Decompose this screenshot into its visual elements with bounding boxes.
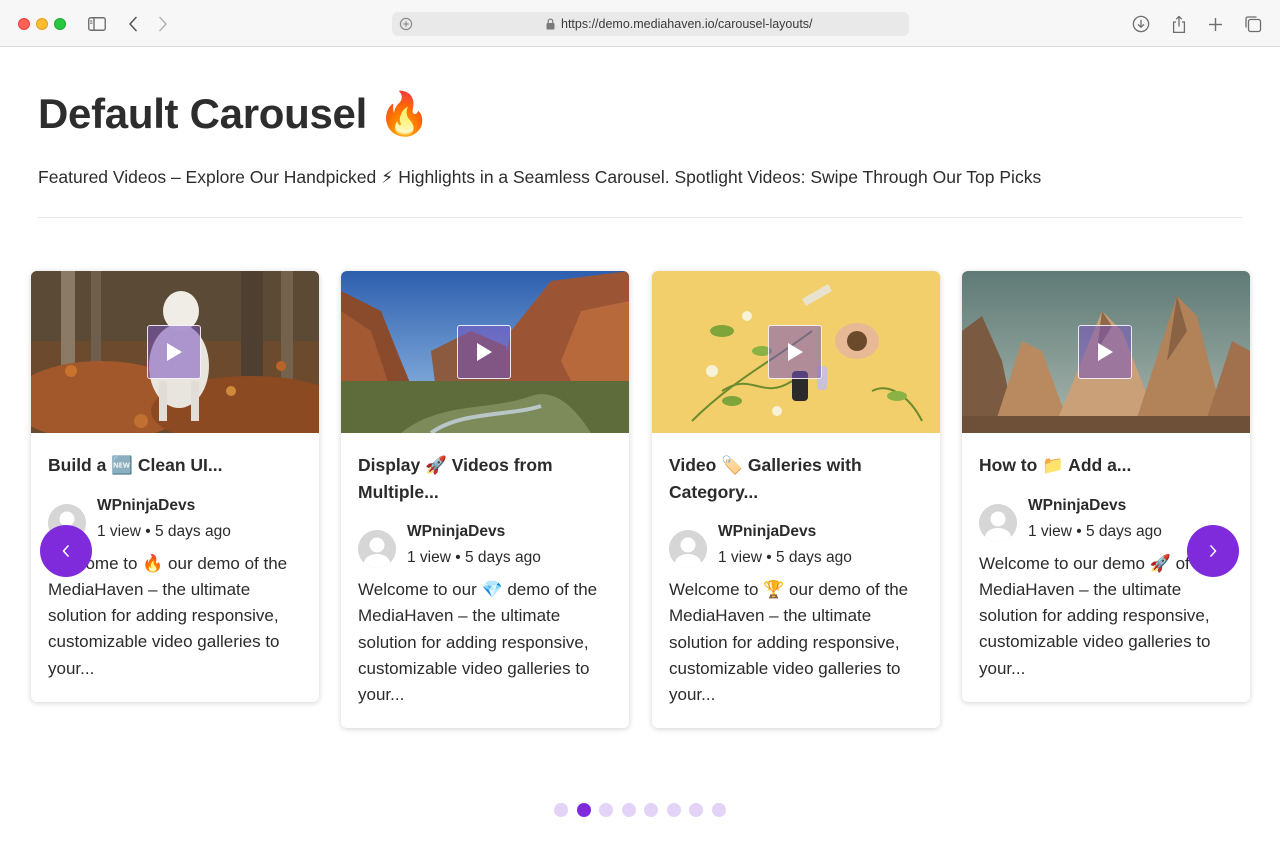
sidebar-icon[interactable] [86,13,108,35]
carousel-prev-button[interactable] [40,525,92,577]
play-button[interactable] [768,325,822,379]
author-name[interactable]: WPninjaDevs [1028,493,1126,519]
url-text: https://demo.mediahaven.io/carousel-layo… [561,17,813,31]
carousel-dot[interactable] [711,803,726,817]
carousel-dot[interactable] [621,803,636,817]
page-title: Default Carousel 🔥 [38,90,431,137]
browser-toolbar: https://demo.mediahaven.io/carousel-layo… [0,0,1280,47]
video-thumbnail[interactable] [652,271,940,433]
video-meta: WPninjaDevs 1 view • 5 days ago [669,519,923,572]
stat-separator: • [766,549,772,566]
video-stats: 1 view • 5 days ago [718,545,852,571]
video-thumbnail[interactable] [962,271,1250,433]
lock-icon [546,18,555,30]
video-description: Welcome to 🏆 our demo of the MediaHaven … [669,580,909,705]
site-settings-icon[interactable] [398,16,414,32]
view-count: 1 view [1028,522,1072,540]
download-icon[interactable] [1130,13,1152,35]
chevron-left-icon [62,545,69,557]
video-thumbnail[interactable] [341,271,629,433]
video-description: Welcome to our 💎 demo of the MediaHaven … [358,580,598,705]
video-title[interactable]: Video 🏷️ Galleries with Category... [669,452,923,505]
video-meta: WPninjaDevs 1 view • 5 days ago [358,519,612,572]
url-display[interactable]: https://demo.mediahaven.io/carousel-layo… [546,12,813,36]
video-title[interactable]: How to 📁 Add a... [979,452,1233,479]
carousel-dot[interactable] [554,803,568,817]
tabs-overview-icon[interactable] [1242,13,1264,35]
carousel-dot[interactable] [689,803,703,817]
back-icon[interactable] [122,13,144,35]
carousel-dot[interactable] [644,803,658,817]
stat-separator: • [455,549,461,566]
video-card[interactable]: Video 🏷️ Galleries with Category... WPni… [652,271,940,729]
play-icon [167,343,182,361]
author-name[interactable]: WPninjaDevs [718,519,816,545]
upload-age: 5 days ago [465,549,541,566]
page-subtitle: Featured Videos – Explore Our Handpicked… [38,167,1042,187]
avatar [358,530,396,568]
carousel-pagination [554,803,726,817]
video-card[interactable]: How to 📁 Add a... WPninjaDevs 1 view • 5… [962,271,1250,702]
author-name[interactable]: WPninjaDevs [407,519,505,545]
view-count: 1 view [407,549,451,566]
video-card[interactable]: Display 🚀 Videos from Multiple... WPninj… [341,271,629,729]
author-name[interactable]: WPninjaDevs [97,493,195,519]
carousel-dot[interactable] [576,803,591,817]
upload-age: 5 days ago [1086,522,1162,540]
view-count: 1 view [97,522,141,540]
chevron-right-icon [1210,545,1217,557]
video-stats: 1 view • 5 days ago [1028,519,1162,545]
carousel-next-button[interactable] [1187,525,1239,577]
video-title[interactable]: Build a 🆕 Clean UI... [48,452,302,479]
video-card[interactable]: Build a 🆕 Clean UI... WPninjaDevs 1 view… [31,271,319,702]
play-button[interactable] [1078,325,1132,379]
avatar [979,503,1017,542]
close-window-button[interactable] [18,18,30,30]
share-icon[interactable] [1168,13,1190,35]
video-stats: 1 view • 5 days ago [97,519,231,545]
video-title[interactable]: Display 🚀 Videos from Multiple... [358,452,612,505]
play-icon [788,343,803,361]
stat-separator: • [1076,522,1082,540]
play-button[interactable] [147,325,201,379]
minimize-window-button[interactable] [36,18,48,30]
address-bar[interactable]: https://demo.mediahaven.io/carousel-layo… [392,12,909,36]
new-tab-icon[interactable] [1204,13,1226,35]
video-stats: 1 view • 5 days ago [407,545,541,571]
divider [38,217,1242,218]
avatar [669,530,707,568]
play-icon [1098,343,1113,361]
stat-separator: • [145,522,151,540]
upload-age: 5 days ago [776,549,852,566]
upload-age: 5 days ago [155,522,231,540]
carousel-dot[interactable] [599,803,613,817]
zoom-window-button[interactable] [54,18,66,30]
view-count: 1 view [718,549,762,566]
forward-icon[interactable] [152,13,174,35]
play-button[interactable] [457,325,511,379]
carousel-dot[interactable] [666,803,681,817]
video-description: Welcome to 🔥 our demo of the MediaHaven … [48,553,288,678]
play-icon [477,343,492,361]
video-thumbnail[interactable] [31,271,319,433]
